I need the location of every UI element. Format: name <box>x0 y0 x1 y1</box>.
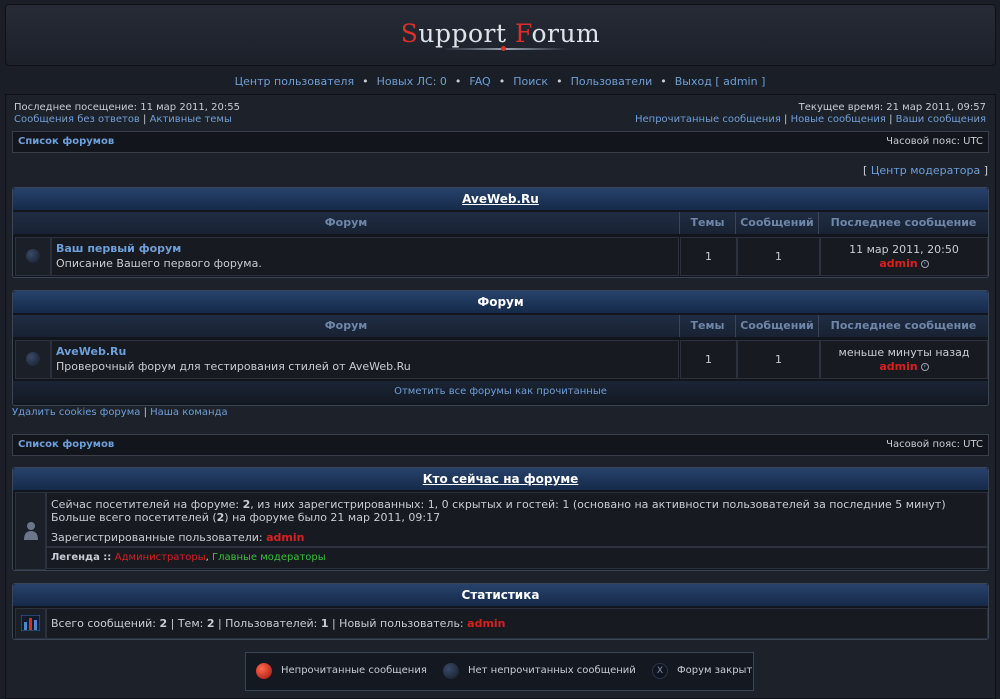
nav-new-pm[interactable]: Новых ЛС: 0 <box>377 75 447 88</box>
delete-cookies-link[interactable]: Удалить cookies форума <box>12 407 140 418</box>
info-right: Текущее время: 21 мар 2011, 09:57 Непроч… <box>634 102 986 125</box>
online-title[interactable]: Кто сейчас на форуме <box>13 468 988 490</box>
site-logo[interactable]: Support Forum <box>6 19 995 48</box>
site-header: Support Forum <box>5 4 996 66</box>
icon-legend: Непрочитанные сообщения Нет непрочитанны… <box>245 652 754 691</box>
timezone-label: Часовой пояс: UTC <box>886 439 983 450</box>
online-user-admin[interactable]: admin <box>266 531 304 544</box>
stats-text: Всего сообщений: 2 | Тем: 2 | Пользовате… <box>51 617 506 630</box>
column-posts: Сообщений <box>736 212 819 234</box>
legend-locked-label: Форум закрыт <box>677 665 753 676</box>
legend-unread-label: Непрочитанные сообщения <box>281 665 427 676</box>
mark-read-bar: Отметить все форумы как прочитанные <box>13 381 988 403</box>
category-block-2: Форум Форум Темы Сообщений Последнее соо… <box>12 290 989 406</box>
legend-row: Легенда :: Администраторы, Главные модер… <box>46 547 988 569</box>
forum-lastpost-cell: 11 мар 2011, 20:50 admin › <box>820 237 988 276</box>
column-forum: Форум <box>13 315 680 337</box>
last-post-time: меньше минуты назад <box>838 346 970 359</box>
nav-search[interactable]: Поиск <box>513 75 548 88</box>
forum-locked-icon: X <box>652 663 668 679</box>
new-posts-link[interactable]: Новые сообщения <box>791 114 886 125</box>
newest-user-link[interactable]: admin <box>467 617 505 630</box>
category-block-1: AveWeb.Ru Форум Темы Сообщений Последнее… <box>12 187 989 278</box>
logo-dot <box>501 46 506 51</box>
registered-users: Зарегистрированные пользователи: admin <box>51 531 305 544</box>
forum-topics-cell: 1 <box>680 340 737 379</box>
who-is-online-block: Кто сейчас на форуме Сейчас посетителей … <box>12 467 989 571</box>
column-topics: Темы <box>680 315 736 337</box>
goto-post-icon[interactable]: › <box>920 260 929 268</box>
statistics-block: Статистика Всего сообщений: 2 | Тем: 2 |… <box>12 583 989 640</box>
moderator-cp-link[interactable]: Центр модератора <box>871 164 980 177</box>
stats-icon-cell <box>15 608 46 639</box>
unread-link[interactable]: Непрочитанные сообщения <box>635 114 781 125</box>
last-post-time: 11 мар 2011, 20:50 <box>849 243 959 256</box>
mark-all-read-link[interactable]: Отметить все форумы как прочитанные <box>394 386 607 397</box>
footer-links: Удалить cookies форума | Наша команда <box>12 407 228 418</box>
timezone-label: Часовой пояс: UTC <box>886 136 983 147</box>
forum-posts-cell: 1 <box>737 340 820 379</box>
no-unread-icon <box>26 352 40 366</box>
last-post-user[interactable]: admin <box>879 360 917 373</box>
forum-status-cell <box>15 237 51 276</box>
forum-status-cell <box>15 340 51 379</box>
legend-mods-link[interactable]: Главные модераторы <box>212 552 326 563</box>
topics-count: 1 <box>705 250 712 263</box>
forum-name-link[interactable]: Ваш первый форум <box>56 242 181 255</box>
statistics-title: Статистика <box>13 584 988 606</box>
goto-post-icon[interactable]: › <box>920 363 929 371</box>
info-left: Последнее посещение: 11 мар 2011, 20:55 … <box>14 102 240 125</box>
unread-posts-icon <box>256 663 272 679</box>
legend-no-unread-label: Нет непрочитанных сообщений <box>468 665 636 676</box>
forum-name-link[interactable]: AveWeb.Ru <box>56 345 126 358</box>
forum-row: Ваш первый форум Описание Вашего первого… <box>51 237 679 276</box>
forum-topics-cell: 1 <box>680 237 737 276</box>
nav-user-cp[interactable]: Центр пользователя <box>235 75 354 88</box>
posts-count: 1 <box>775 250 782 263</box>
team-link[interactable]: Наша команда <box>150 407 228 418</box>
online-stats-cell: Сейчас посетителей на форуме: 2, из них … <box>46 492 988 547</box>
active-topics-link[interactable]: Активные темы <box>150 114 232 125</box>
topics-count: 1 <box>705 353 712 366</box>
last-post-user[interactable]: admin <box>879 257 917 270</box>
legend-label: Легенда :: <box>51 552 115 563</box>
unanswered-link[interactable]: Сообщения без ответов <box>14 114 140 125</box>
no-unread-icon <box>26 249 40 263</box>
online-now-text: Сейчас посетителей на форуме: 2, из них … <box>51 498 946 511</box>
no-unread-posts-icon <box>443 663 459 679</box>
nav-faq[interactable]: FAQ <box>469 75 490 88</box>
breadcrumb-bar-top: Список форумов Часовой пояс: UTC <box>12 131 989 153</box>
column-forum: Форум <box>13 212 680 234</box>
category-title: Форум <box>13 291 988 313</box>
column-posts: Сообщений <box>736 315 819 337</box>
forum-description: Описание Вашего первого форума. <box>56 257 262 270</box>
breadcrumb-bar-bottom: Список форумов Часовой пояс: UTC <box>12 434 989 456</box>
forum-description: Проверочный форум для тестирования стиле… <box>56 360 411 373</box>
forum-list-link[interactable]: Список форумов <box>18 136 114 147</box>
forum-posts-cell: 1 <box>737 237 820 276</box>
online-icon-cell <box>15 492 46 570</box>
forum-list-link[interactable]: Список форумов <box>18 439 114 450</box>
column-last-post: Последнее сообщение <box>819 315 988 337</box>
posts-count: 1 <box>775 353 782 366</box>
category-title[interactable]: AveWeb.Ru <box>13 188 988 210</box>
stats-cell: Всего сообщений: 2 | Тем: 2 | Пользовате… <box>46 608 988 639</box>
nav-logout[interactable]: Выход [ admin ] <box>675 75 766 88</box>
column-topics: Темы <box>680 212 736 234</box>
your-posts-link[interactable]: Ваши сообщения <box>896 114 986 125</box>
forum-row: AveWeb.Ru Проверочный форум для тестиров… <box>51 340 679 379</box>
nav-members[interactable]: Пользователи <box>571 75 653 88</box>
top-nav: Центр пользователя • Новых ЛС: 0 • FAQ • Поиск… <box>234 75 766 88</box>
column-last-post: Последнее сообщение <box>819 212 988 234</box>
last-visit: Последнее посещение: 11 мар 2011, 20:55 <box>14 102 240 113</box>
stats-chart-icon <box>21 615 40 631</box>
current-time: Текущее время: 21 мар 2011, 09:57 <box>798 102 986 113</box>
moderator-cp: [ Центр модератора ] <box>863 164 988 177</box>
forum-lastpost-cell: меньше минуты назад admin › <box>820 340 988 379</box>
user-icon <box>24 522 38 540</box>
record-online-text: Больше всего посетителей (2) на форуме б… <box>51 511 441 524</box>
legend-admins-link[interactable]: Администраторы <box>115 552 206 563</box>
